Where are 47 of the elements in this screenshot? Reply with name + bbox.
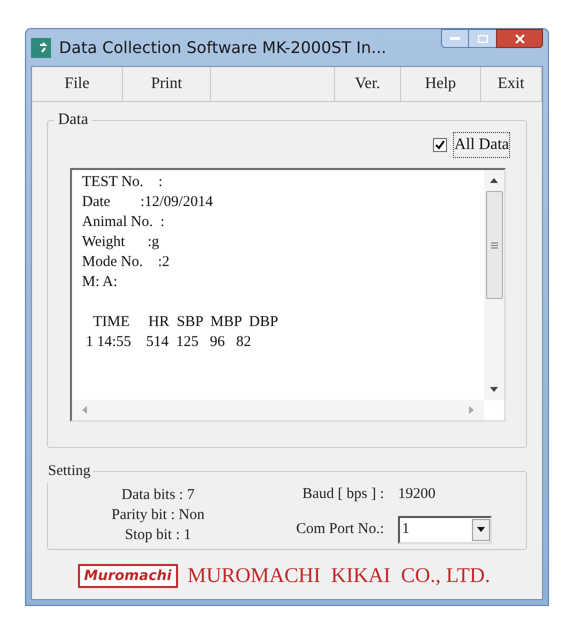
dropdown-arrow-button[interactable] [472,518,490,541]
all-data-checkbox[interactable] [433,138,448,152]
maximize-button[interactable] [469,29,496,48]
group-title: Data [57,110,90,130]
checkbox-label[interactable]: All Data [453,132,510,158]
scroll-down-icon [490,387,498,392]
menu-button[interactable]: Print [123,67,211,101]
horizontal-scrollbar[interactable] [72,400,484,420]
data-bits-text: Data bits : 7 [122,486,194,504]
stop-bit-text: Stop bit : 1 [124,526,192,544]
vertical-scrollbar[interactable] [484,170,504,400]
com-port-label: Com Port No.: [296,520,385,540]
menu-button[interactable]: Exit [481,67,542,101]
menu-button[interactable]: Ver. [335,67,401,101]
company-logo: Muromachi [78,564,178,588]
group-title: Setting [47,462,92,481]
close-icon [514,34,524,44]
data-table-line: 1 14:55 514 125 96 82 [84,333,252,352]
data-text-line: M: A: [82,273,118,292]
com-port-dropdown[interactable]: 1 [398,516,492,544]
data-text-line: TEST No. : [82,173,163,192]
close-button[interactable] [496,29,543,48]
window-title: Data Collection Software MK-2000ST In... [59,36,386,58]
scroll-thumb[interactable] [486,191,502,299]
baud-value: 19200 [398,485,436,504]
data-text-line: Date :12/09/2014 [82,193,213,212]
baud-label: Baud [ bps ] : [302,485,385,504]
app-icon [31,38,51,58]
check-icon [435,140,446,150]
scroll-left-icon [82,406,87,414]
grip-icon [490,242,498,248]
minimize-icon [450,37,460,40]
data-text-line: Weight :g [82,233,160,252]
caret-icon [477,527,485,532]
company-name: MUROMACHI KIKAI CO., LTD. [188,562,490,589]
minimize-button[interactable] [441,29,469,48]
scroll-right-icon [469,406,474,414]
dropdown-value: 1 [402,520,410,540]
data-text-area[interactable]: TEST No. : Date :12/09/2014 Animal No. : Weight :g Mode No. :2 M: A: TIME HR SBP MBP DBP 1 14:55 514 125 96 82 [70,168,506,422]
scroll-up-icon [490,178,498,183]
menu-button[interactable]: File [32,67,123,101]
parity-bit-text: Parity bit : Non [112,506,204,524]
data-table-line: TIME HR SBP MBP DBP [92,313,278,332]
data-text-line: Mode No. :2 [82,253,170,272]
maximize-icon [478,34,488,42]
menu-button[interactable]: Help [401,67,481,101]
data-text-line: Animal No. : [82,213,164,232]
